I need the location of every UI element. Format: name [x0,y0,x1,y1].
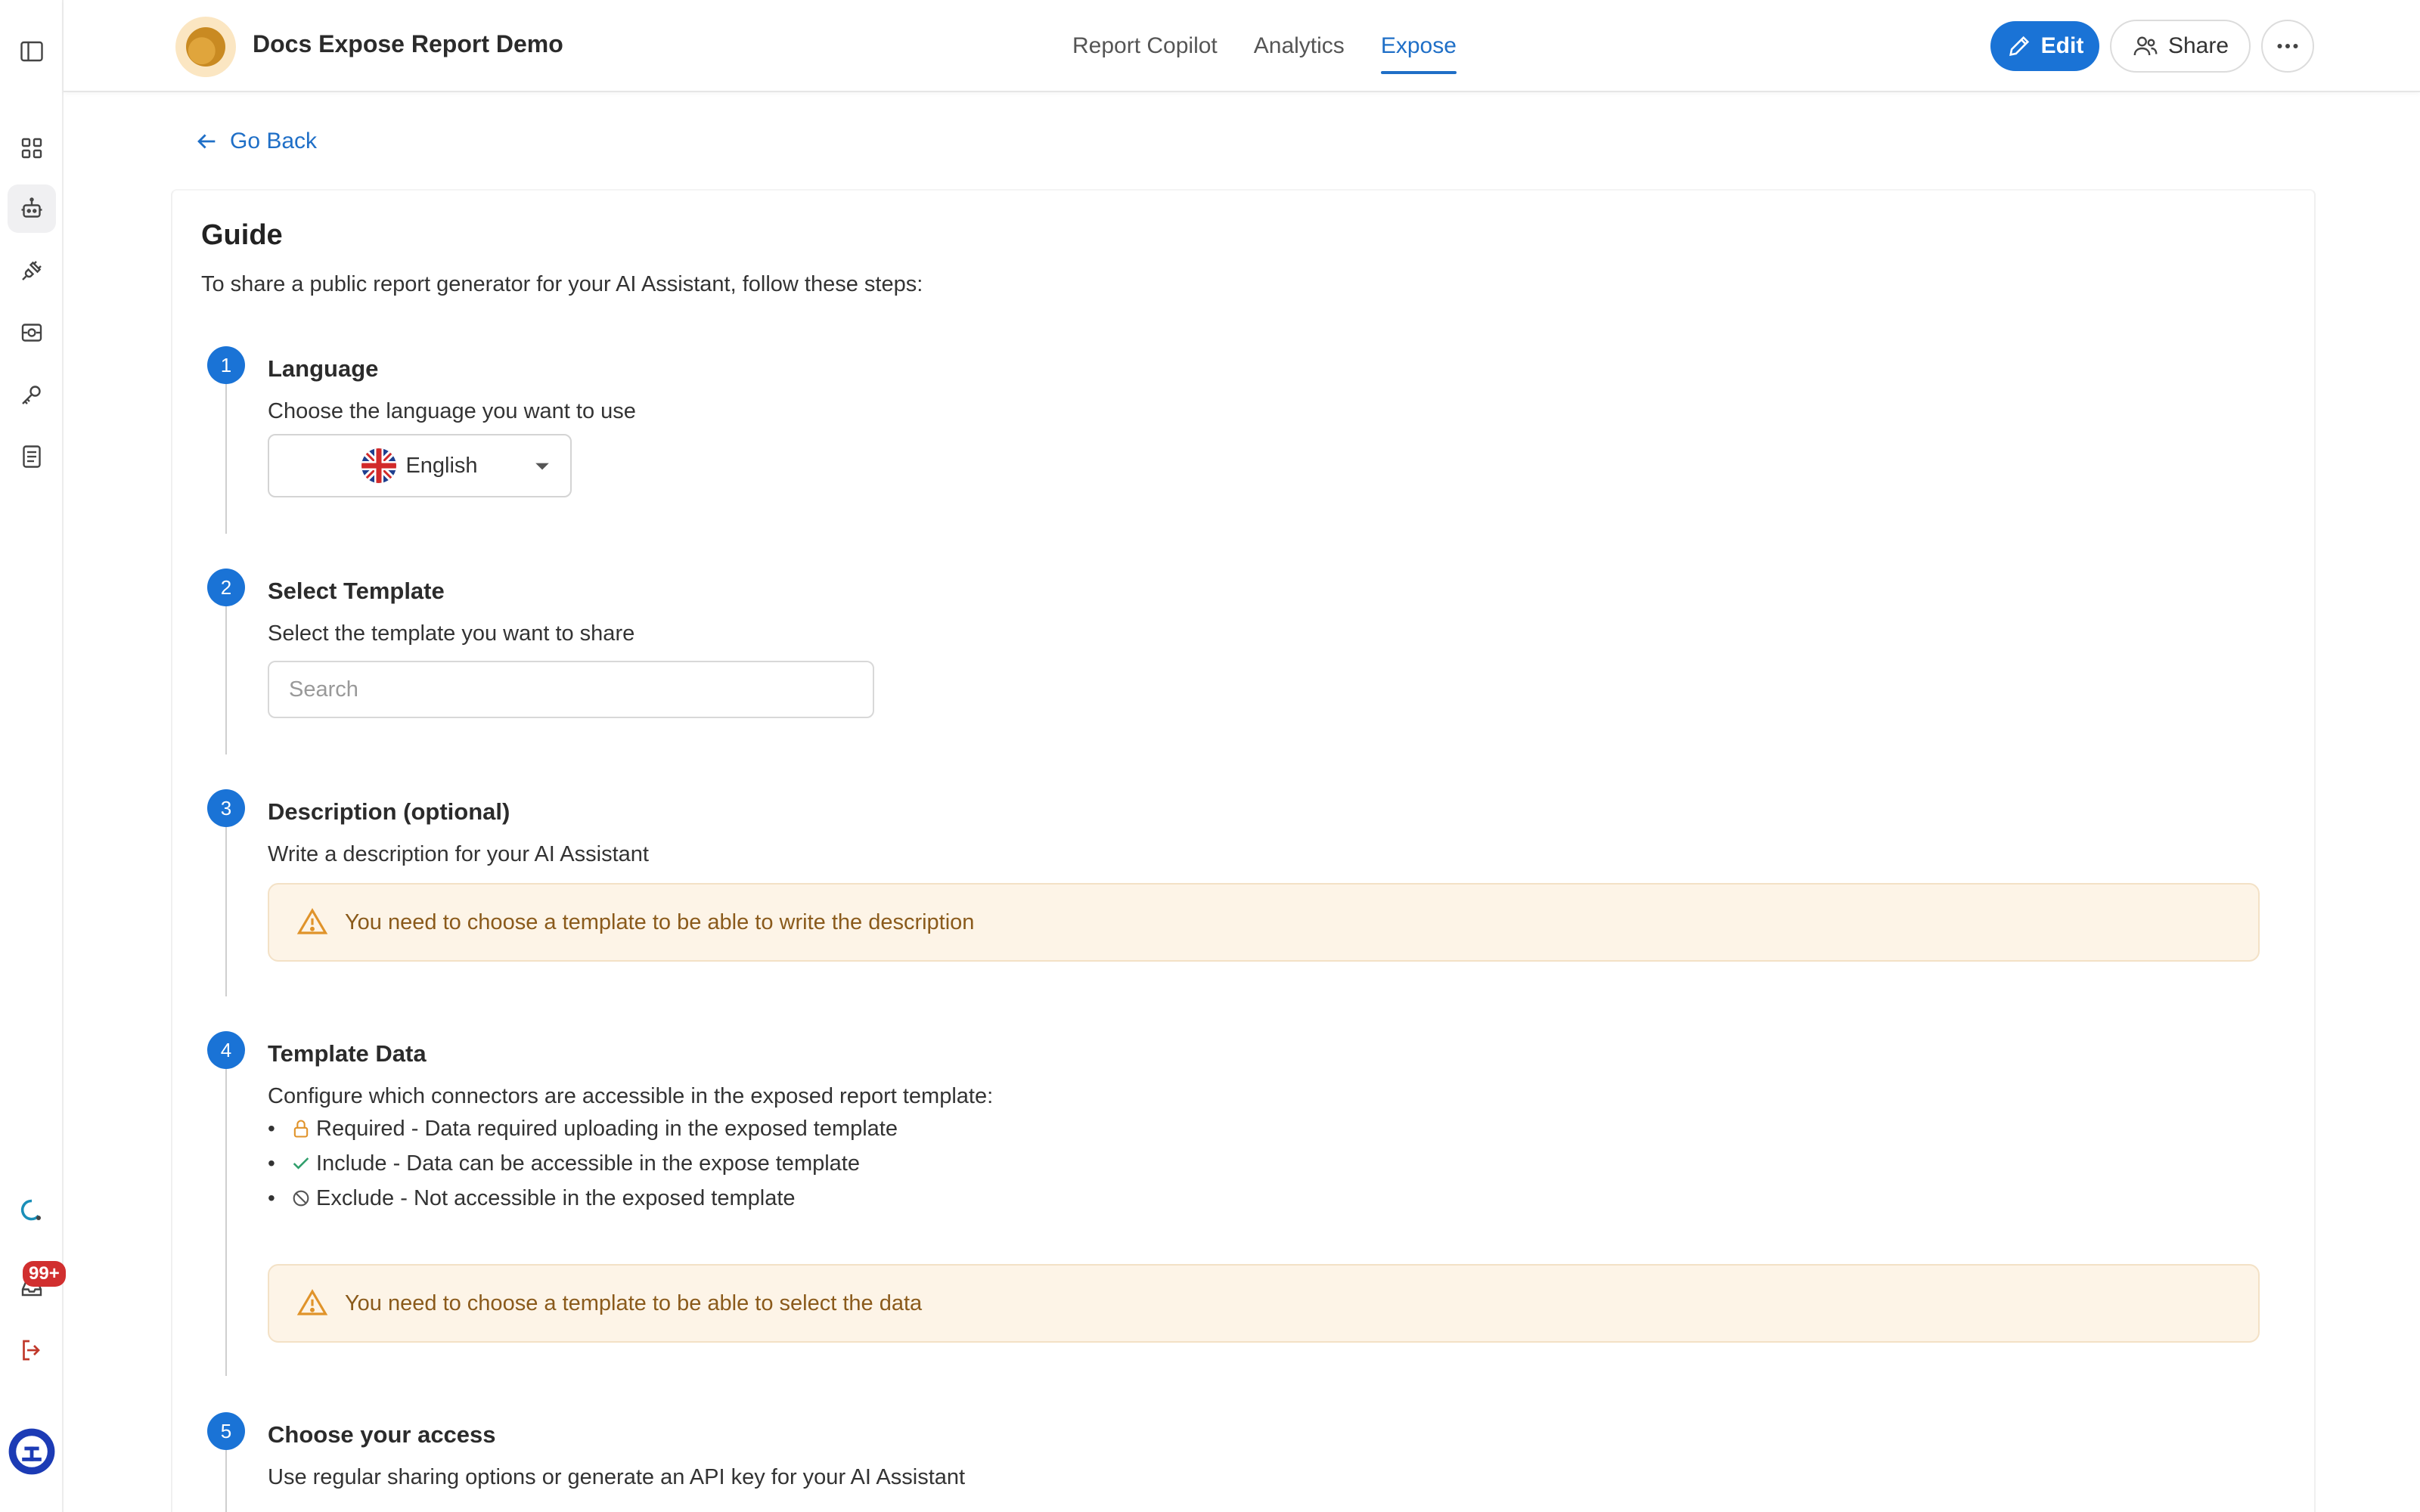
chevron-down-icon [535,463,549,470]
warning-icon [296,908,328,934]
list-item: • Required - Data required uploading in … [268,1111,898,1146]
share-button[interactable]: Share [2110,20,2251,73]
step-number: 5 [207,1412,245,1450]
share-label: Share [2167,33,2229,58]
dashboard-grid-icon [21,138,42,159]
plug-icon [22,261,42,280]
sidebar-item-capture[interactable] [8,308,56,357]
bullet-dot: • [268,1186,275,1210]
language-select[interactable]: English [268,434,572,497]
sidebar-toggle-button[interactable] [8,27,56,76]
step-title: Template Data [268,1040,427,1067]
sidebar-toggle-icon [20,41,43,62]
go-back-label: Go Back [230,129,318,153]
step-title: Description (optional) [268,798,510,825]
screen-capture-icon [21,324,42,342]
step-number: 1 [207,346,245,384]
sidebar-item-docs[interactable] [8,432,56,481]
step-title: Choose your access [268,1421,496,1448]
step-description: Configure which connectors are accessibl… [268,1084,994,1108]
sidebar-item-connectors[interactable] [8,246,56,295]
tab-report-copilot[interactable]: Report Copilot [1072,0,1218,92]
notification-badge: 99+ [23,1261,66,1287]
app-title: Docs Expose Report Demo [253,30,563,57]
bullet-dot: • [268,1117,275,1140]
ellipsis-icon [2277,44,2298,48]
step-connector [225,1450,227,1512]
logout-button[interactable] [8,1326,56,1374]
legend-include-text: Include - Data can be accessible in the … [316,1151,860,1176]
step-connector [225,384,227,534]
users-icon [2133,36,2158,56]
step-connector [225,827,227,996]
more-options-button[interactable] [2261,20,2314,73]
bot-icon [21,197,42,218]
tab-expose[interactable]: Expose [1380,0,1457,92]
edit-label: Edit [2040,33,2084,58]
avatar[interactable] [8,1427,56,1476]
top-header: Docs Expose Report Demo Report Copilot A… [64,0,2420,92]
step-number: 4 [207,1031,245,1069]
step-number: 3 [207,789,245,827]
step-connector [225,1069,227,1376]
guide-subtitle: To share a public report generator for y… [201,272,923,296]
sidebar-item-dashboard[interactable] [8,124,56,172]
key-icon [22,386,41,404]
list-item: • Exclude - Not accessible in the expose… [268,1181,898,1216]
data-warning: You need to choose a template to be able… [268,1264,2260,1343]
document-icon [23,445,41,468]
warning-text: You need to choose a template to be able… [345,909,975,934]
go-back-link[interactable]: Go Back [194,129,317,154]
access-legend-list: • Required - Data required uploading in … [268,1111,898,1216]
template-search-input[interactable] [268,661,874,718]
block-icon [293,1190,309,1207]
check-icon [293,1157,309,1170]
arrow-left-icon [197,134,216,149]
main-tabs: Report Copilot Analytics Expose [1072,0,1457,92]
step-title: Language [268,355,379,382]
sidebar-item-keys[interactable] [8,370,56,419]
step-connector [225,606,227,754]
support-search-icon [20,1199,41,1221]
step-description: Choose the language you want to use [268,399,636,423]
language-value: English [405,453,478,478]
app-logo [175,17,236,77]
sidebar-item-support[interactable] [8,1187,56,1235]
lock-icon [293,1120,309,1138]
left-rail: 99+ [0,0,66,1512]
warning-icon [296,1289,328,1315]
bullet-dot: • [268,1151,275,1175]
step-title: Select Template [268,578,445,604]
step-description: Write a description for your AI Assistan… [268,842,649,866]
legend-exclude-text: Exclude - Not accessible in the exposed … [316,1185,796,1210]
pencil-icon [2009,36,2029,56]
tab-analytics[interactable]: Analytics [1254,0,1345,92]
description-warning: You need to choose a template to be able… [268,883,2260,962]
legend-required-text: Required - Data required uploading in th… [316,1116,898,1141]
edit-button[interactable]: Edit [1990,21,2099,71]
list-item: • Include - Data can be accessible in th… [268,1146,898,1181]
sidebar-item-assistants[interactable] [8,184,56,233]
logout-icon [23,1340,40,1361]
step-number: 2 [207,569,245,606]
guide-title: Guide [201,219,283,251]
uk-flag-icon [361,448,397,483]
step-description: Use regular sharing options or generate … [268,1465,966,1489]
step-description: Select the template you want to share [268,621,635,646]
warning-text: You need to choose a template to be able… [345,1290,923,1315]
app-root: 99+ Docs Expose Report Demo Report Copil… [0,0,2420,1512]
user-avatar-icon [8,1428,55,1475]
